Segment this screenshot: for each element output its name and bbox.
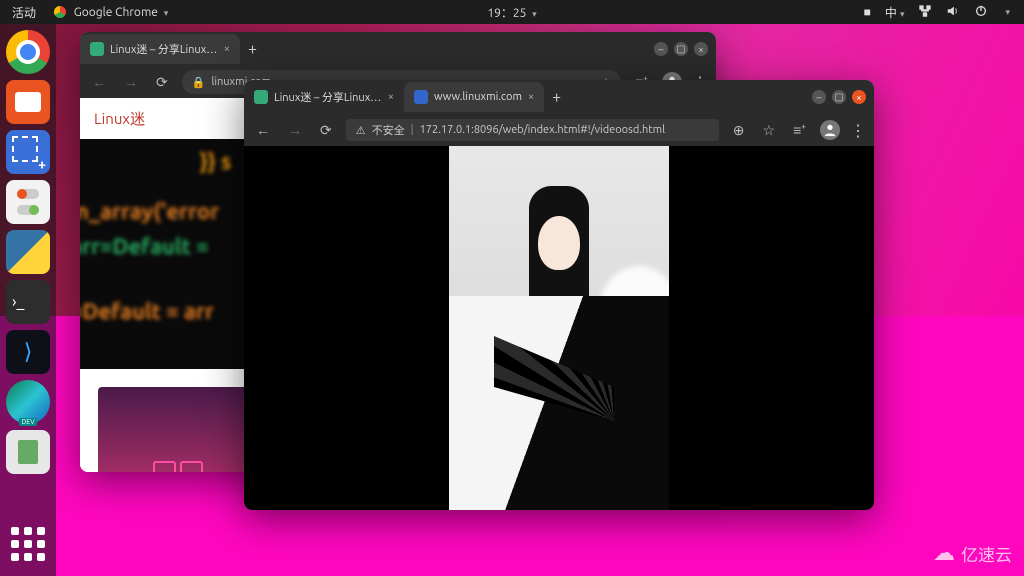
window-maximize-button[interactable]: ▢ [674, 42, 688, 56]
close-tab-icon[interactable]: × [388, 91, 394, 103]
chrome-window-2: Linux迷 – 分享Linux和Py… × www.linuxmi.com ×… [244, 80, 874, 510]
address-bar[interactable]: ⚠ 不安全 | 172.17.0.1:8096/web/index.html#!… [346, 119, 719, 141]
dock: ›_ ⟩ [0, 24, 56, 576]
tab-title: Linux迷 – 分享Linux和Py… [110, 41, 218, 57]
chrome-icon [54, 6, 66, 18]
show-applications-button[interactable] [6, 522, 50, 566]
url-text: 172.17.0.1:8096/web/index.html#!/videoos… [420, 124, 665, 136]
dock-icon-terminal[interactable]: ›_ [6, 280, 50, 324]
power-off-icon [974, 4, 988, 18]
nav-back-button[interactable]: ← [252, 120, 274, 140]
clock[interactable]: 19：25 ▾ [487, 4, 536, 21]
close-tab-icon[interactable]: × [224, 43, 230, 55]
profile-avatar[interactable] [820, 120, 840, 140]
kebab-menu-icon[interactable]: ⋮ [850, 121, 866, 140]
dock-icon-python[interactable] [6, 230, 50, 274]
network-icon[interactable] [918, 4, 932, 21]
tab-linuxmi[interactable]: Linux迷 – 分享Linux和Py… × [80, 34, 240, 64]
dock-icon-chrome[interactable] [6, 30, 50, 74]
ime-indicator[interactable]: 中▾ [885, 4, 905, 21]
window-minimize-button[interactable]: – [812, 90, 826, 104]
tab-title: www.linuxmi.com [434, 91, 522, 103]
chevron-down-icon: ▾ [164, 8, 169, 18]
video-frame [449, 146, 669, 510]
gnome-topbar: 活动 Google Chrome ▾ 19：25 ▾ ■ 中▾ ▾ [0, 0, 1024, 24]
tabstrip: Linux迷 – 分享Linux和Py… × www.linuxmi.com ×… [244, 80, 874, 114]
window-minimize-button[interactable]: – [654, 42, 668, 56]
tab-title: Linux迷 – 分享Linux和Py… [274, 89, 382, 105]
security-label: 不安全 [372, 122, 405, 138]
new-tab-button[interactable]: + [544, 88, 569, 106]
star-icon[interactable]: ☆ [759, 120, 780, 141]
watermark-text: 亿速云 [961, 541, 1012, 566]
favicon-icon [254, 90, 268, 104]
tab-linuxmi-2[interactable]: Linux迷 – 分享Linux和Py… × [244, 82, 404, 112]
nav-forward-button[interactable]: → [284, 120, 306, 140]
video-player-area[interactable] [244, 146, 874, 510]
app-menu-label: Google Chrome [74, 6, 158, 19]
speaker-icon [946, 4, 960, 18]
chevron-down-icon: ▾ [900, 9, 905, 19]
window-close-button[interactable]: × [852, 90, 866, 104]
person-icon [823, 123, 837, 137]
browser-toolbar: ← → ⟳ ⚠ 不安全 | 172.17.0.1:8096/web/index.… [244, 114, 874, 146]
window-close-button[interactable]: × [694, 42, 708, 56]
window-maximize-button[interactable]: ▢ [832, 90, 846, 104]
close-tab-icon[interactable]: × [528, 91, 534, 103]
reload-button[interactable]: ⟳ [316, 120, 336, 141]
cloud-icon: ☁ [933, 540, 955, 566]
screen-record-indicator[interactable]: ■ [864, 5, 871, 19]
dock-icon-edge-dev[interactable] [6, 380, 50, 424]
nav-back-button[interactable]: ← [88, 72, 110, 92]
new-tab-button[interactable]: + [240, 40, 265, 58]
reload-button[interactable]: ⟳ [152, 72, 172, 93]
ime-label: 中 [885, 7, 897, 20]
favicon-icon [414, 90, 428, 104]
reading-list-icon[interactable]: ≡⁺ [789, 119, 810, 142]
site-logo[interactable]: Linux迷 [94, 110, 145, 127]
dock-icon-vscode[interactable]: ⟩ [6, 330, 50, 374]
dock-icon-screenshot[interactable] [6, 130, 50, 174]
app-menu[interactable]: Google Chrome ▾ [54, 6, 168, 19]
lock-icon: 🔒 [192, 76, 206, 89]
dock-icon-files[interactable] [6, 80, 50, 124]
tab-jellyfin[interactable]: www.linuxmi.com × [404, 82, 544, 112]
clock-label: 19：25 [487, 7, 526, 20]
article-card[interactable] [98, 387, 258, 472]
network-wired-icon [918, 4, 932, 18]
dock-icon-tweaks[interactable] [6, 180, 50, 224]
favicon-icon [90, 42, 104, 56]
chevron-down-icon: ▾ [532, 9, 537, 19]
activities-button[interactable]: 活动 [12, 4, 36, 21]
power-icon[interactable] [974, 4, 988, 21]
watermark: ☁ 亿速云 [933, 540, 1012, 566]
volume-icon[interactable] [946, 4, 960, 21]
dock-icon-trash[interactable] [6, 430, 50, 474]
tabstrip: Linux迷 – 分享Linux和Py… × + – ▢ × [80, 32, 716, 66]
chevron-down-icon: ▾ [1005, 7, 1010, 18]
nav-forward-button[interactable]: → [120, 72, 142, 92]
install-app-icon[interactable]: ⊕ [729, 120, 749, 141]
insecure-icon: ⚠ [356, 124, 366, 137]
